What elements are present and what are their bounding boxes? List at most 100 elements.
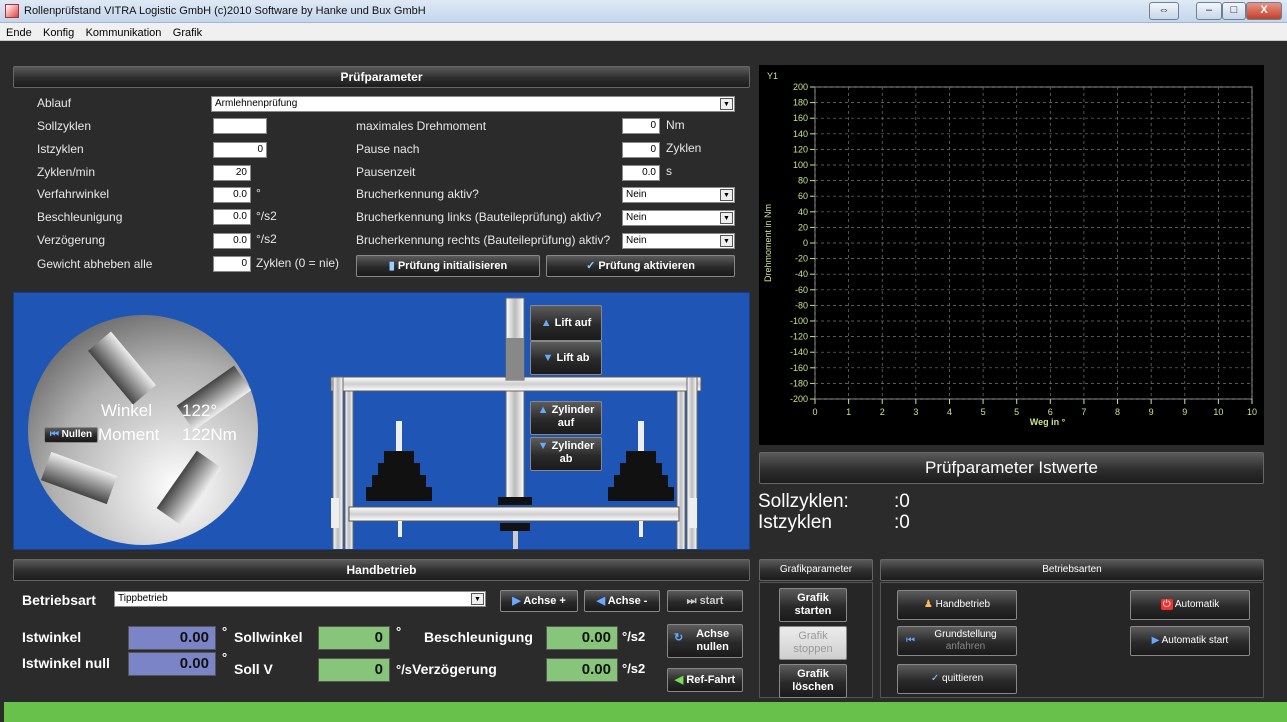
automatik-start-button[interactable]: ▶ Automatik start <box>1130 626 1250 656</box>
beschleunigung-input[interactable]: 0.0 <box>213 209 251 225</box>
betriebsart-value: Tippbetrieb <box>118 593 168 604</box>
istzyklen-input[interactable]: 0 <box>213 142 267 158</box>
istwerte-header: Prüfparameter Istwerte <box>759 452 1264 484</box>
chevron-down-icon: ▼ <box>471 593 484 605</box>
power-icon: ⏻ <box>1160 599 1173 610</box>
y-tick-label: 160 <box>793 113 808 123</box>
hand-beschleunigung-input[interactable]: 0.00 <box>546 626 618 650</box>
menu-konfig[interactable]: Konfig <box>43 27 74 39</box>
grafik-stoppen-button[interactable]: Grafik stoppen <box>779 626 847 660</box>
grafik-starten-label: Grafik <box>797 592 829 604</box>
pausenzeit-input[interactable]: 0.0 <box>622 165 660 181</box>
close-button[interactable]: X <box>1246 2 1282 20</box>
y-tick-label: 40 <box>798 207 808 217</box>
hand-beschleunigung-label: Beschleunigung <box>424 629 533 645</box>
soll-v-input[interactable]: 0 <box>318 658 390 682</box>
person-icon: ♟ <box>923 599 933 610</box>
pausenzeit-unit: s <box>666 164 672 178</box>
ablauf-select[interactable]: Armlehnenprüfung ▼ <box>211 96 735 112</box>
quittieren-button[interactable]: ✓ quittieren <box>897 664 1017 694</box>
automatik-button[interactable]: ⏻ Automatik <box>1130 590 1250 620</box>
handbetrieb-button[interactable]: ♟ Handbetrieb <box>897 590 1017 620</box>
zyklen-min-input[interactable]: 20 <box>213 165 251 181</box>
grundstellung-button[interactable]: ⏮ Grundstellung anfahren <box>897 626 1017 656</box>
menu-grafik[interactable]: Grafik <box>173 27 202 39</box>
pruefung-initialisieren-button[interactable]: ▮ Prüfung initialisieren <box>356 255 540 277</box>
quittieren-label: quittieren <box>942 673 984 684</box>
zylinder-auf-button[interactable]: ▲ Zylinder auf <box>530 401 602 435</box>
nullen-button[interactable]: ⏮ Nullen <box>44 427 98 443</box>
x-tick-label: 9 <box>1149 407 1154 417</box>
automatik-label: Automatik <box>1174 599 1220 610</box>
max-drehmoment-label: maximales Drehmoment <box>356 119 487 133</box>
bruch-rechts-select[interactable]: Nein ▼ <box>622 233 735 249</box>
max-drehmoment-input[interactable]: 0 <box>622 118 660 134</box>
bruch-select[interactable]: Nein ▼ <box>622 187 735 203</box>
achse-minus-button[interactable]: ◀ Achse - <box>584 590 660 612</box>
lift-ab-label: Lift ab <box>556 352 590 364</box>
sollzyklen-label: Sollzyklen <box>37 119 92 133</box>
grafik-stoppen-label: Grafik <box>798 630 828 642</box>
minimize-button[interactable]: – <box>1196 2 1222 20</box>
play-icon: ▶ <box>1151 635 1160 646</box>
hand-verzoegerung-input[interactable]: 0.00 <box>546 658 618 682</box>
hand-beschleunigung-unit: °/s2 <box>622 629 646 644</box>
istwinkel-null-label: Istwinkel null <box>22 655 110 671</box>
achse-plus-button[interactable]: ▶ Achse + <box>500 590 578 612</box>
istwinkel-value: 0.00 <box>128 626 216 650</box>
gewicht-input[interactable]: 0 <box>213 256 251 272</box>
grafikparameter-header: Grafikparameter <box>759 559 873 581</box>
x-tick-label: 8 <box>1115 407 1120 417</box>
verfahrwinkel-input[interactable]: 0.0 <box>213 187 251 203</box>
grafik-loeschen-label: Grafik <box>797 668 829 680</box>
grafik-starten-label-2: starten <box>794 605 832 617</box>
y-tick-label: -20 <box>795 254 808 264</box>
y-tick-label: 120 <box>793 144 808 154</box>
pause-nach-input[interactable]: 0 <box>622 142 660 158</box>
y-tick-label: -80 <box>795 300 808 310</box>
chevron-down-icon: ▼ <box>720 212 733 224</box>
restore-icon[interactable]: ⇔ <box>1149 2 1179 20</box>
window-title: Rollenprüfstand VITRA Logistic GmbH (c)2… <box>24 5 426 17</box>
y-tick-label: 180 <box>793 98 808 108</box>
sollzyklen-input[interactable] <box>213 118 267 134</box>
bruch-rechts-value: Nein <box>626 235 647 246</box>
zylinder-ab-button[interactable]: ▼ Zylinder ab <box>530 437 602 471</box>
verzoegerung-label: Verzögerung <box>37 233 106 247</box>
start-label: start <box>699 595 724 607</box>
play-back-icon: ◀ <box>596 595 606 607</box>
menu-kommunikation[interactable]: Kommunikation <box>86 27 162 39</box>
bruch-links-select[interactable]: Nein ▼ <box>622 210 735 226</box>
achse-nullen-button[interactable]: ↻ Achse nullen <box>667 624 743 658</box>
start-button[interactable]: ⏭ start <box>667 590 743 612</box>
betriebsart-select[interactable]: Tippbetrieb ▼ <box>114 591 486 607</box>
y-tick-label: -120 <box>790 332 808 342</box>
verzoegerung-input[interactable]: 0.0 <box>213 233 251 249</box>
bruch-links-value: Nein <box>626 212 647 223</box>
y-tick-label: -100 <box>790 316 808 326</box>
lift-auf-button[interactable]: ▲ Lift auf <box>530 305 602 341</box>
x-tick-label: 6 <box>1048 407 1053 417</box>
zylinder-auf-label-2: auf <box>557 417 575 429</box>
zylinder-auf-label: Zylinder <box>551 404 595 416</box>
ref-fahrt-button[interactable]: ◀ Ref-Fahrt <box>667 668 743 692</box>
chevron-down-icon: ▼ <box>720 189 733 201</box>
maximize-button[interactable]: □ <box>1222 2 1246 20</box>
y-tick-label: 20 <box>798 222 808 232</box>
grafik-loeschen-button[interactable]: Grafik löschen <box>779 664 847 698</box>
sollwinkel-input[interactable]: 0 <box>318 626 390 650</box>
x-tick-label: 5 <box>1014 407 1019 417</box>
y-tick-label: -40 <box>795 269 808 279</box>
nullen-label: Nullen <box>61 429 93 440</box>
grafik-starten-button[interactable]: Grafik starten <box>779 588 847 622</box>
x-tick-label: 5 <box>981 407 986 417</box>
refresh-icon: ↻ <box>674 632 684 644</box>
menu-ende[interactable]: Ende <box>6 27 32 39</box>
betriebsarten-header: Betriebsarten <box>880 559 1264 581</box>
pruefung-aktivieren-button[interactable]: ✓ Prüfung aktivieren <box>546 255 735 277</box>
pruefparameter-header: Prüfparameter <box>13 66 750 88</box>
grafik-stoppen-label-2: stoppen <box>793 643 833 655</box>
bruch-links-label: Brucherkennung links (Bauteileprüfung) a… <box>356 210 602 224</box>
lift-ab-button[interactable]: ▼ Lift ab <box>530 341 602 375</box>
y-tick-label: -140 <box>790 347 808 357</box>
